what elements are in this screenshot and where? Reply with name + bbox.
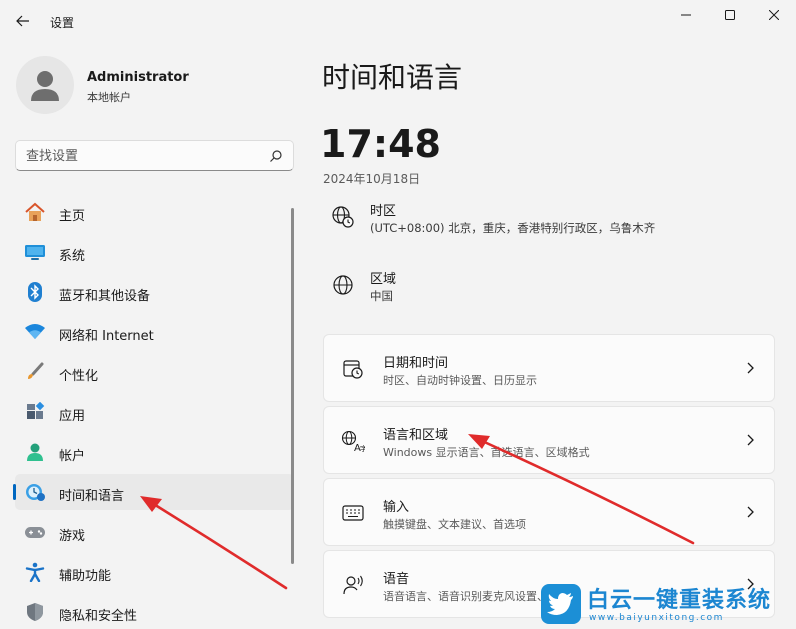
timezone-value: (UTC+08:00) 北京，重庆，香港特别行政区，乌鲁木齐 [370, 221, 656, 235]
shield-icon [24, 602, 46, 622]
card-title: 输入 [383, 500, 410, 515]
region-value: 中国 [370, 289, 393, 303]
language-region-card[interactable]: A字 语言和区域 Windows 显示语言、首选语言、区域格式 [323, 406, 775, 474]
sidebar-item-accounts[interactable]: 帐户 [15, 434, 294, 470]
accessibility-icon [24, 562, 46, 582]
watermark: 白云一键重装系统 www.baiyunxitong.com [541, 582, 791, 626]
close-button[interactable] [752, 4, 796, 26]
search-input[interactable] [26, 147, 256, 165]
maximize-icon [725, 10, 735, 20]
card-subtitle: 时区、自动时钟设置、日历显示 [383, 374, 537, 387]
apps-icon [24, 402, 46, 422]
current-date: 2024年10月18日 [323, 172, 421, 186]
brush-icon [24, 362, 46, 382]
bluetooth-icon [24, 282, 46, 302]
bird-logo-icon [541, 584, 581, 624]
user-avatar-icon [31, 71, 59, 101]
sidebar-item-label: 帐户 [59, 449, 86, 464]
speech-icon [341, 574, 365, 596]
back-arrow-icon [16, 15, 29, 27]
wifi-icon [24, 322, 46, 342]
active-indicator [13, 484, 16, 500]
timezone-title: 时区 [370, 204, 397, 219]
sidebar-item-network[interactable]: 网络和 Internet [15, 314, 294, 350]
sidebar-item-system[interactable]: 系统 [15, 234, 294, 270]
typing-card[interactable]: 输入 触摸键盘、文本建议、首选项 [323, 478, 775, 546]
sidebar-item-label: 应用 [59, 409, 86, 424]
chevron-right-icon [747, 506, 754, 518]
account-type: 本地帐户 [87, 91, 131, 104]
card-subtitle: Windows 显示语言、首选语言、区域格式 [383, 446, 590, 459]
sidebar-item-time-language[interactable]: 时间和语言 [13, 474, 294, 510]
globe-clock-icon [330, 204, 356, 230]
sidebar-item-personalization[interactable]: 个性化 [15, 354, 294, 390]
settings-window: 设置 Administrator 本地帐户 主页 [0, 0, 796, 629]
card-subtitle: 触摸键盘、文本建议、首选项 [383, 518, 526, 531]
language-icon: A字 [341, 430, 365, 452]
sidebar-item-label: 主页 [59, 209, 86, 224]
sidebar-item-bluetooth[interactable]: 蓝牙和其他设备 [15, 274, 294, 310]
title-bar: 设置 [0, 0, 796, 40]
current-time: 17:48 [320, 122, 441, 166]
date-time-card[interactable]: 日期和时间 时区、自动时钟设置、日历显示 [323, 334, 775, 402]
sidebar-item-label: 隐私和安全性 [59, 609, 138, 624]
time-language-icon [24, 482, 46, 502]
maximize-button[interactable] [708, 4, 752, 26]
sidebar-item-label: 辅助功能 [59, 569, 112, 584]
sidebar-item-label: 蓝牙和其他设备 [59, 289, 151, 304]
home-icon [24, 202, 46, 222]
card-title: 语言和区域 [383, 428, 449, 443]
chevron-right-icon [747, 434, 754, 446]
chevron-right-icon [747, 362, 754, 374]
calendar-clock-icon [341, 358, 365, 380]
sidebar-item-label: 时间和语言 [59, 489, 125, 504]
app-title: 设置 [50, 16, 75, 30]
account-icon [24, 442, 46, 462]
sidebar-scrollbar[interactable] [291, 208, 294, 564]
system-icon [24, 242, 46, 262]
card-title: 语音 [383, 572, 410, 587]
search-box[interactable] [15, 140, 294, 171]
sidebar-item-home[interactable]: 主页 [15, 194, 294, 230]
user-name: Administrator [87, 70, 189, 85]
minimize-icon [681, 14, 691, 16]
sidebar-item-gaming[interactable]: 游戏 [15, 514, 294, 550]
sidebar-item-label: 游戏 [59, 529, 86, 544]
card-title: 日期和时间 [383, 356, 449, 371]
region-title: 区域 [370, 272, 397, 287]
sidebar-item-apps[interactable]: 应用 [15, 394, 294, 430]
gamepad-icon [24, 522, 46, 542]
sidebar-item-label: 网络和 Internet [59, 329, 154, 344]
sidebar-item-label: 系统 [59, 249, 86, 264]
close-icon [769, 10, 779, 20]
sidebar-item-label: 个性化 [59, 369, 99, 384]
globe-icon [330, 272, 356, 298]
page-title: 时间和语言 [322, 61, 463, 94]
avatar[interactable] [16, 56, 74, 114]
minimize-button[interactable] [664, 4, 708, 26]
watermark-text: 白云一键重装系统 [587, 588, 772, 613]
sidebar-item-accessibility[interactable]: 辅助功能 [15, 554, 294, 590]
back-button[interactable] [12, 10, 34, 32]
keyboard-icon [341, 502, 365, 524]
sidebar-item-privacy[interactable]: 隐私和安全性 [15, 594, 294, 629]
search-icon[interactable] [269, 149, 283, 163]
svg-text:字: 字 [360, 444, 365, 452]
watermark-url: www.baiyunxitong.com [589, 613, 724, 623]
